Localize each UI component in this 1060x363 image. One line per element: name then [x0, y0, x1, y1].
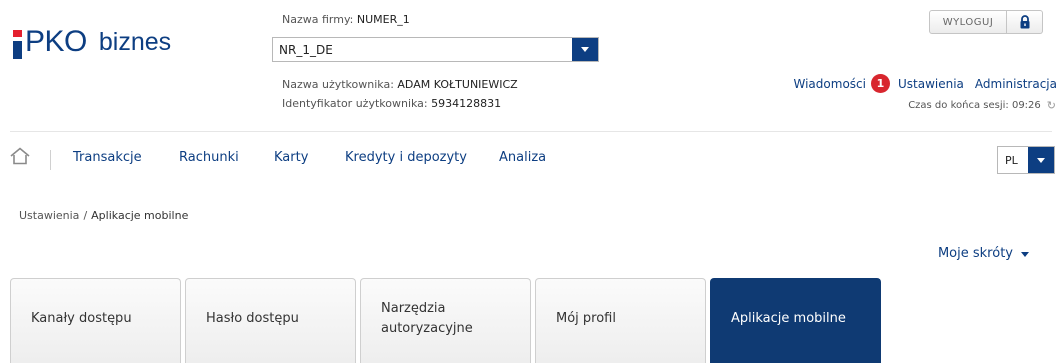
company-select-value: NR_1_DE — [279, 43, 333, 57]
tab-label: Aplikacje mobilne — [731, 310, 846, 326]
nav-item-kredyty-i-depozyty[interactable]: Kredyty i depozyty — [345, 150, 467, 165]
nav-item-rachunki[interactable]: Rachunki — [179, 150, 239, 165]
messages-link[interactable]: Wiadomości — [794, 77, 866, 91]
settings-link[interactable]: Ustawienia — [898, 77, 964, 91]
user-name-value: ADAM KOŁTUNIEWICZ — [397, 78, 518, 91]
company-name-label: Nazwa firmy: — [282, 13, 354, 26]
user-id-label: Identyfikator użytkownika: — [282, 97, 428, 110]
tab-label: Hasło dostępu — [206, 310, 299, 326]
header-links: Wiadomości 1 Ustawienia Administracja — [794, 74, 1057, 93]
my-shortcuts-dropdown[interactable]: Moje skróty — [938, 246, 1029, 261]
session-timer: Czas do końca sesji: 09:26 ↻ — [908, 99, 1056, 112]
nav-item-analiza[interactable]: Analiza — [499, 150, 546, 165]
breadcrumb: Ustawienia / Aplikacje mobilne — [19, 209, 188, 222]
chevron-down-icon — [1021, 251, 1029, 257]
logout-button[interactable]: WYLOGUJ — [929, 10, 1007, 34]
logo-subtext: biznes — [98, 28, 172, 56]
logo-mark — [13, 24, 22, 60]
logo-text: PKO — [25, 25, 87, 58]
chevron-down-icon — [1037, 157, 1045, 163]
tab-haslo-dostepu[interactable]: Hasło dostępu — [185, 278, 356, 363]
breadcrumb-parent[interactable]: Ustawienia — [19, 209, 79, 222]
user-id-line: Identyfikator użytkownika: 5934128831 — [282, 97, 501, 110]
company-select-button[interactable] — [572, 38, 598, 61]
user-name-line: Nazwa użytkownika: ADAM KOŁTUNIEWICZ — [282, 78, 518, 91]
tab-kanaly-dostepu[interactable]: Kanały dostępu — [10, 278, 181, 363]
lock-icon — [1020, 15, 1029, 29]
breadcrumb-current: Aplikacje mobilne — [91, 209, 189, 222]
tab-label: Narzędzia autoryzacyjne — [381, 300, 473, 336]
company-name-line: Nazwa firmy: NUMER_1 — [282, 13, 410, 26]
tab-label: Mój profil — [556, 310, 616, 326]
user-id-value: 5934128831 — [431, 97, 502, 110]
user-name-label: Nazwa użytkownika: — [282, 78, 394, 91]
tab-label: Kanały dostępu — [31, 310, 132, 326]
session-timer-text: Czas do końca sesji: 09:26 — [908, 100, 1041, 111]
administration-link[interactable]: Administracja — [975, 77, 1057, 91]
company-name-value: NUMER_1 — [356, 13, 410, 26]
nav-item-karty[interactable]: Karty — [274, 150, 308, 165]
breadcrumb-separator: / — [83, 209, 88, 222]
my-shortcuts-label: Moje skróty — [937, 246, 1013, 261]
company-select[interactable]: NR_1_DE — [272, 37, 599, 62]
tab-narzedzia-autoryzacyjne[interactable]: Narzędzia autoryzacyjne — [360, 278, 531, 363]
nav-divider — [50, 150, 51, 170]
chevron-down-icon — [581, 47, 589, 52]
messages-count-badge[interactable]: 1 — [870, 74, 890, 93]
tab-moj-profil[interactable]: Mój profil — [535, 278, 706, 363]
header-divider — [10, 131, 1052, 132]
pko-biznes-logo[interactable]: PKO biznes — [13, 22, 171, 62]
nav-item-transakcje[interactable]: Transakcje — [73, 150, 142, 165]
tab-aplikacje-mobilne[interactable]: Aplikacje mobilne — [710, 278, 881, 363]
lock-button[interactable] — [1007, 10, 1043, 34]
refresh-icon[interactable]: ↻ — [1047, 99, 1056, 112]
home-icon[interactable] — [9, 147, 31, 165]
language-select[interactable]: PL — [997, 146, 1055, 174]
language-select-button[interactable] — [1028, 147, 1054, 173]
language-select-value: PL — [1005, 154, 1018, 167]
